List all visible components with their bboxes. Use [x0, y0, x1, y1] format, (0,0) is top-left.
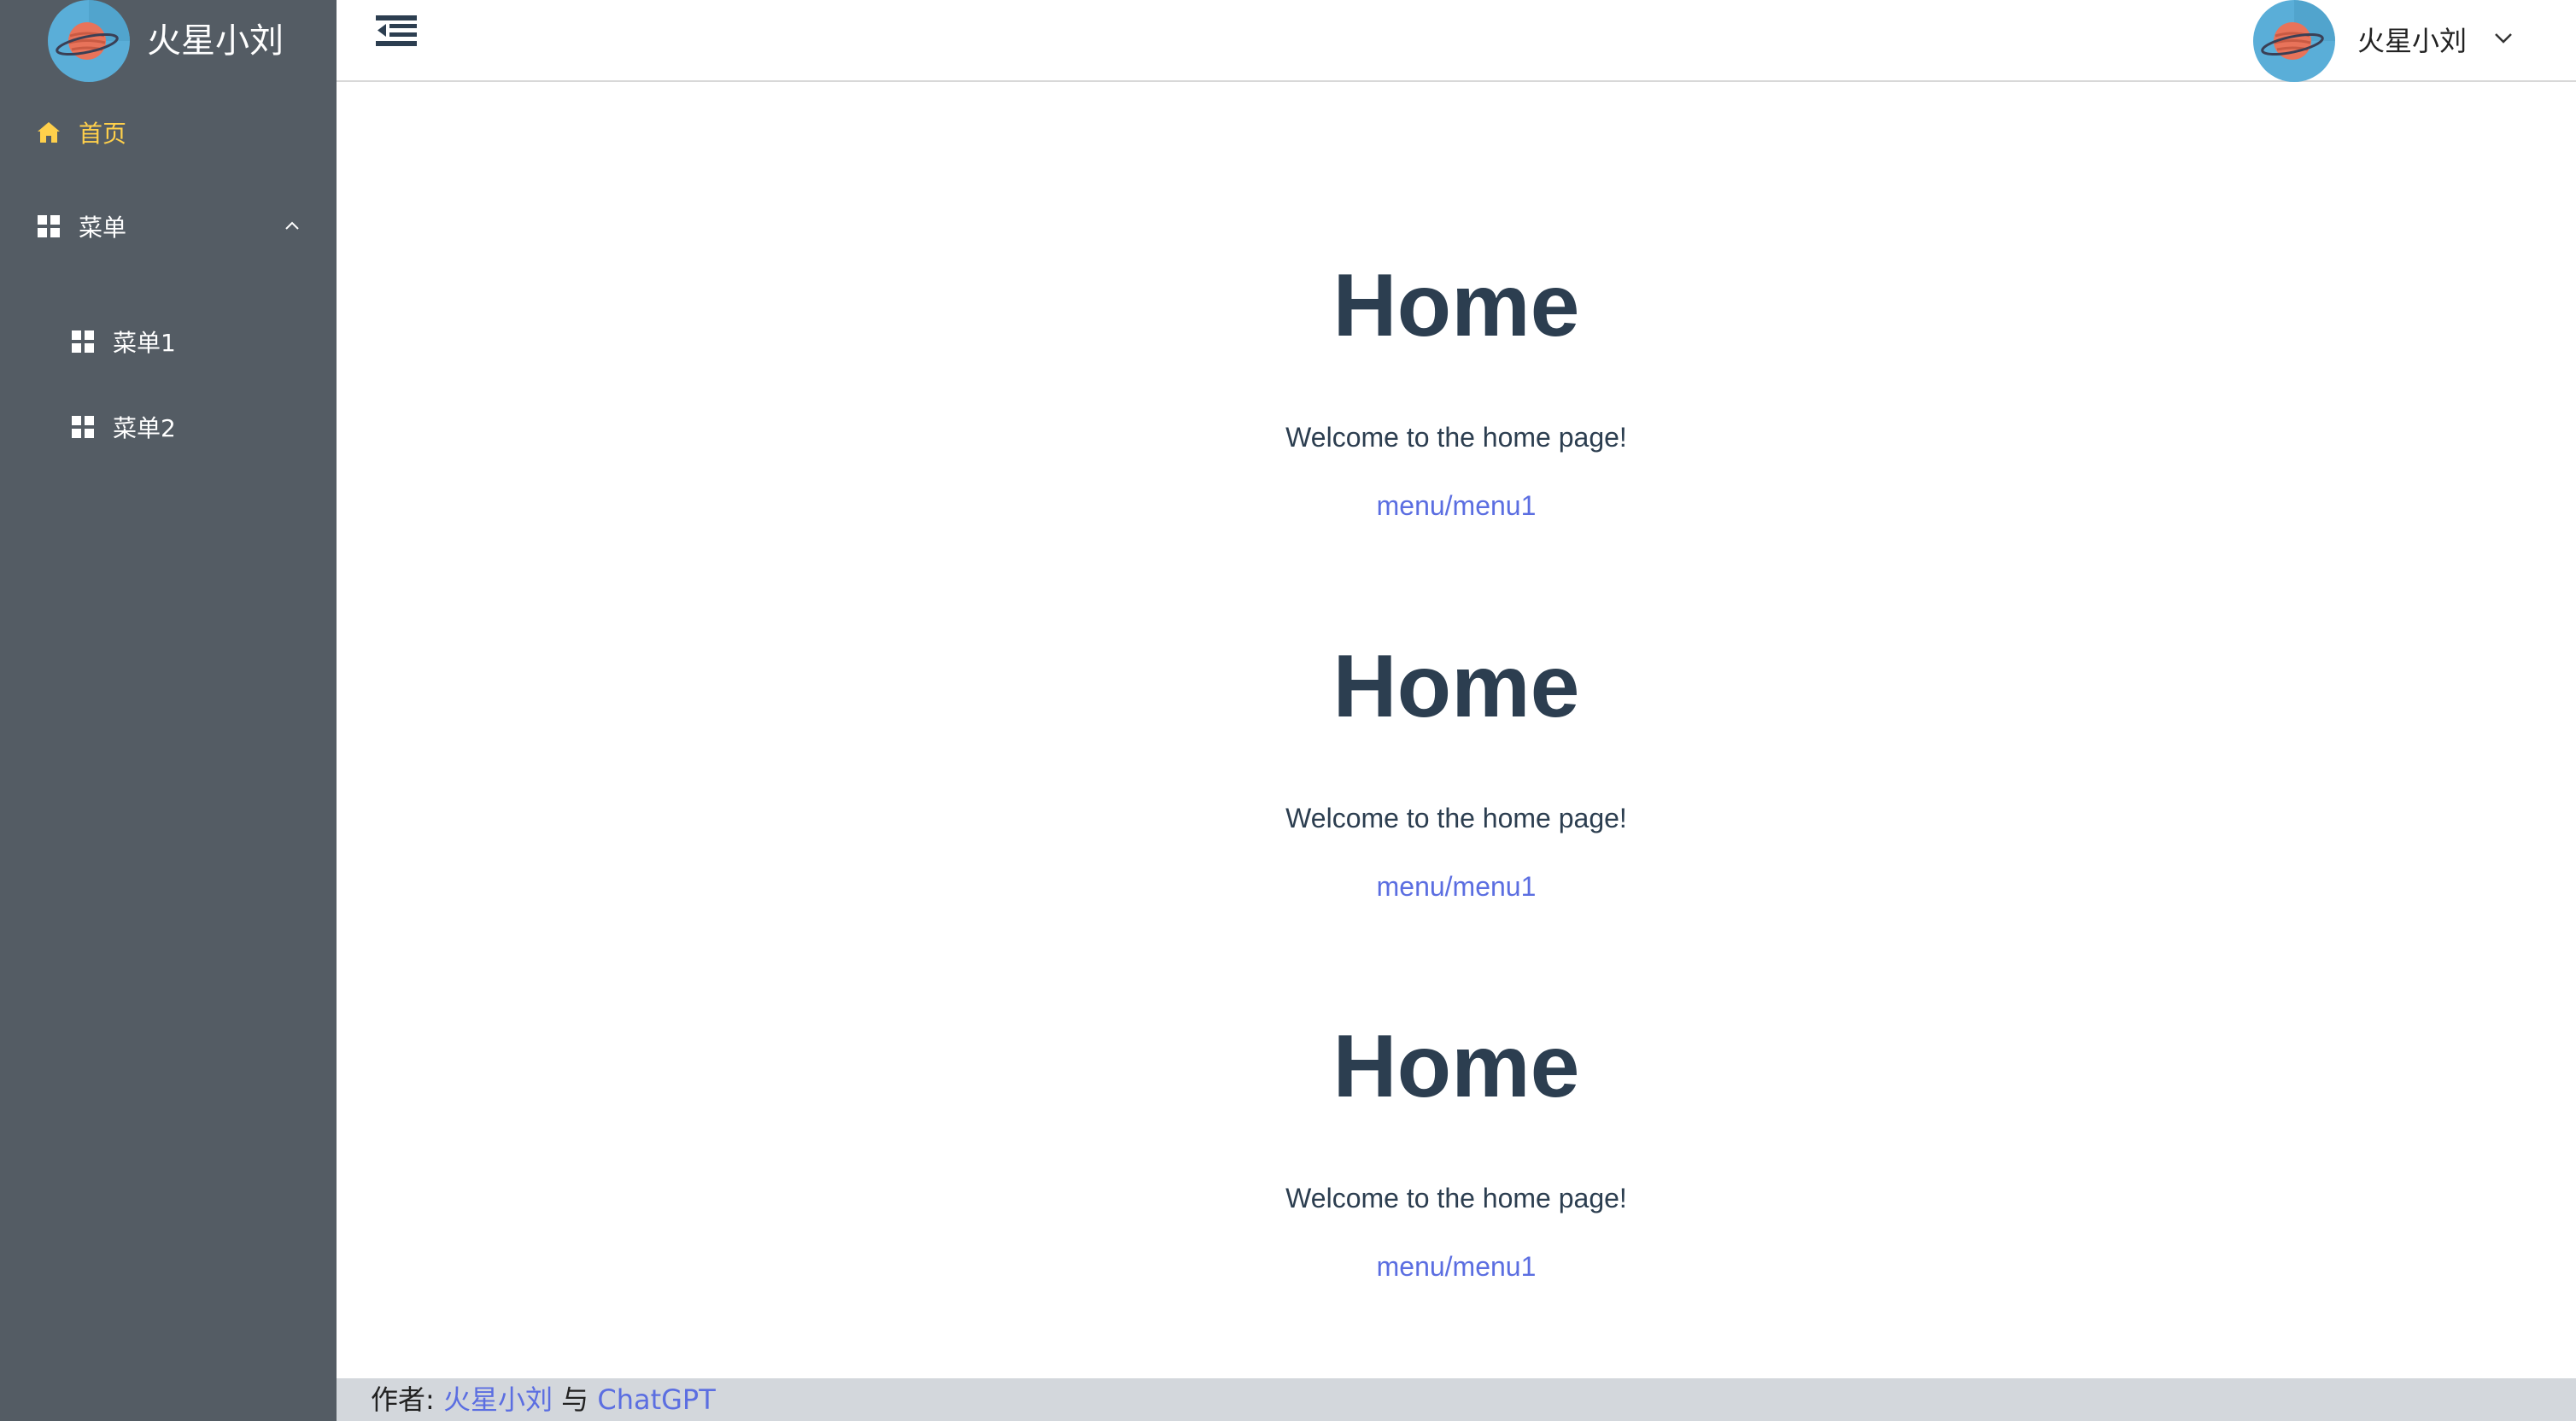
sidebar-item-menu2[interactable]: 菜单2 [0, 384, 337, 470]
sidebar-item-label: 首页 [79, 120, 127, 148]
chevron-down-icon [2495, 33, 2512, 44]
grid-icon [72, 416, 94, 438]
grid-icon [38, 215, 60, 237]
welcome-text: Welcome to the home page! [1285, 803, 1627, 833]
menu1-link[interactable]: menu/menu1 [1377, 869, 1537, 903]
app-root: 火星小刘 首页 菜单 菜单1 菜单2 火星小刘 Home Welcome to … [0, 0, 2576, 1421]
home-section: Home Welcome to the home page! menu/menu… [337, 254, 2576, 523]
brand-title: 火星小刘 [147, 21, 284, 61]
sidebar-item-menu1[interactable]: 菜单1 [0, 299, 337, 384]
page-title: Home [1332, 1017, 1580, 1116]
page-title: Home [1332, 256, 1580, 355]
sidebar-item-label: 菜单 [79, 213, 127, 242]
home-icon [38, 122, 60, 143]
sidebar-item-menu[interactable]: 菜单 [0, 179, 337, 273]
footer-prefix: 作者: [371, 1383, 443, 1416]
top-header: 火星小刘 [337, 0, 2576, 82]
footer: 作者: 火星小刘 与 ChatGPT [337, 1378, 2576, 1421]
menu-collapse-icon[interactable] [376, 12, 417, 50]
user-name: 火星小刘 [2357, 25, 2468, 57]
brand[interactable]: 火星小刘 [0, 0, 337, 82]
planet-icon [48, 0, 130, 82]
grid-icon [72, 330, 94, 353]
welcome-text: Welcome to the home page! [1285, 422, 1627, 453]
menu1-link[interactable]: menu/menu1 [1377, 488, 1537, 523]
page-title: Home [1332, 637, 1580, 736]
sidebar-item-label: 菜单2 [113, 414, 176, 442]
menu1-link[interactable]: menu/menu1 [1377, 1249, 1537, 1284]
welcome-text: Welcome to the home page! [1285, 1183, 1627, 1213]
sidebar-item-home[interactable]: 首页 [0, 85, 337, 179]
home-section: Home Welcome to the home page! menu/menu… [337, 635, 2576, 903]
sidebar-item-label: 菜单1 [113, 329, 176, 357]
footer-author-link[interactable]: 火星小刘 [443, 1383, 553, 1416]
footer-conjunction: 与 [552, 1383, 598, 1416]
footer-chatgpt-link[interactable]: ChatGPT [597, 1383, 715, 1416]
main-content: Home Welcome to the home page! menu/menu… [337, 84, 2576, 1378]
sidebar: 火星小刘 首页 菜单 菜单1 菜单2 [0, 0, 337, 1421]
user-dropdown[interactable]: 火星小刘 [2251, 0, 2533, 82]
planet-icon [2253, 0, 2335, 82]
chevron-up-icon [285, 221, 299, 230]
home-section: Home Welcome to the home page! menu/menu… [337, 1015, 2576, 1284]
